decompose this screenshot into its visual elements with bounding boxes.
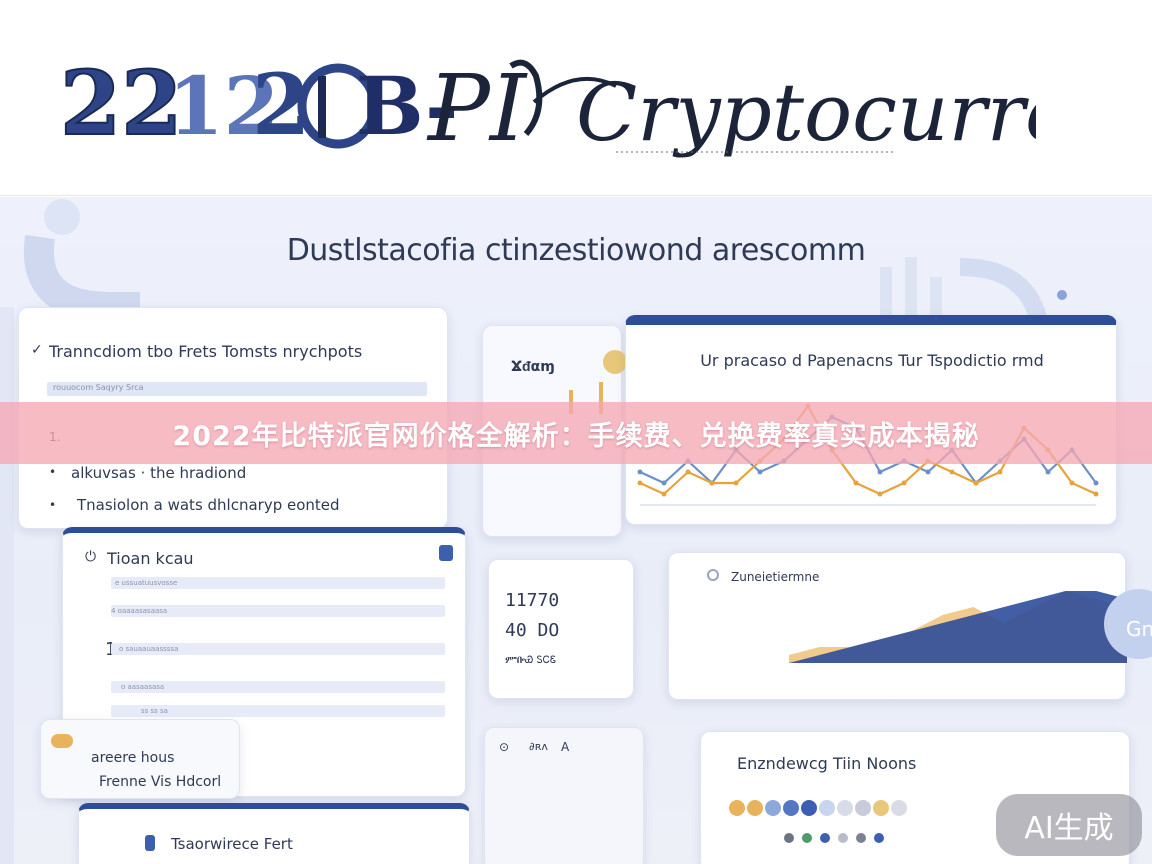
- token-icon: [729, 800, 745, 816]
- area-chart: [789, 591, 1127, 663]
- phone-icon: [145, 835, 155, 851]
- table-cell: ss ss sa: [141, 707, 168, 715]
- area-chart-card: Zuneietiermne: [668, 552, 1127, 700]
- dashboard-title: Dustlstacofia ctinzestiowond arescomm: [286, 233, 866, 268]
- token-icon: ⏻: [85, 549, 97, 565]
- info-row: Frenne Vis Hdcorl: [99, 774, 222, 790]
- token-icon: [837, 800, 853, 816]
- logo-pi-glyphs: PI: [426, 55, 528, 162]
- tool-label[interactable]: A: [561, 740, 569, 754]
- area-series: [789, 591, 1127, 663]
- services-card-label: Tsaorwirece Fert: [171, 835, 293, 853]
- data-point: [1045, 469, 1051, 475]
- info-mini-card: areere hous Frenne Vis Hdcorl: [40, 719, 240, 799]
- token-icon: [801, 800, 817, 816]
- data-point: [853, 480, 859, 486]
- menu-icon[interactable]: [439, 545, 453, 561]
- token-icon: [855, 800, 871, 816]
- token-icon: [783, 800, 799, 816]
- token-icon: [874, 833, 884, 843]
- data-point: [1093, 491, 1099, 497]
- data-point: [733, 480, 739, 486]
- ai-generated-badge: AI生成: [996, 794, 1142, 856]
- data-point: [1093, 480, 1099, 486]
- title-banner: 2022年比特派官网价格全解析：手续费、兑换费率真实成本揭秘: [0, 402, 1152, 464]
- token-icon: [802, 833, 812, 843]
- mini-tools-card: ⊙ ∂ʀʌ A: [484, 727, 644, 864]
- token-icon: [784, 833, 794, 843]
- list-item[interactable]: Tnasiolon a wats dhlcnaryp eonted: [77, 496, 340, 514]
- coin-icon: [603, 350, 627, 374]
- data-point: [997, 469, 1003, 475]
- brand-logo: 22 12 2 B- PI Cryptocurrency: [59, 50, 1036, 162]
- list-card-heading: Tranncdiom tbo Frets Tomsts nrychpots: [49, 342, 363, 361]
- data-point: [949, 469, 955, 475]
- stat-value: 11770: [505, 590, 560, 611]
- data-point: [709, 480, 715, 486]
- data-point: [925, 469, 931, 475]
- info-row: areere hous: [91, 750, 175, 766]
- data-point: [757, 469, 763, 475]
- data-point: [877, 469, 883, 475]
- page-root: 22 12 2 B- PI Cryptocurrency Dustlstacof…: [0, 0, 1152, 864]
- list-bullet: •: [49, 465, 57, 479]
- table-card-heading: Tioan kcau: [107, 549, 194, 568]
- token-icon: [891, 800, 907, 816]
- data-point: [1069, 480, 1075, 486]
- data-point: [637, 480, 643, 486]
- header-banner: 22 12 2 B- PI Cryptocurrency: [0, 0, 1152, 196]
- stat-value: 40 DO: [505, 620, 560, 641]
- token-icon: [873, 800, 889, 816]
- data-point: [901, 480, 907, 486]
- token-icon: [765, 800, 781, 816]
- list-card-band-label: rouuocom Saqyry Srca: [53, 383, 144, 392]
- table-cell: o aasaasasa: [121, 683, 165, 691]
- list-item[interactable]: alkuvsas · the hradiond: [71, 464, 246, 482]
- data-point: [877, 491, 883, 497]
- coin-icon: [51, 734, 73, 748]
- logo-year-glyphs: 22: [60, 51, 182, 155]
- services-card: Tsaorwirece Fert: [78, 803, 470, 864]
- data-point: [685, 469, 691, 475]
- data-point: [637, 469, 643, 475]
- banner-title: 2022年比特派官网价格全解析：手续费、兑换费率真实成本揭秘: [172, 420, 980, 452]
- token-icon: [747, 800, 763, 816]
- list-bullet: •: [49, 498, 57, 512]
- tool-icon[interactable]: ⊙: [499, 740, 509, 754]
- asset-label: Ϫᵭαɱ: [511, 359, 555, 375]
- data-point: [661, 491, 667, 497]
- logo-script-word: Cryptocurrency: [576, 66, 1036, 159]
- check-icon: ✓: [31, 342, 43, 358]
- token-icon: [819, 800, 835, 816]
- stat-caption: ᎃᎄᏯ ᏚᏟᏋ: [505, 655, 557, 666]
- table-cell: 4 oaaaasasaasa: [111, 607, 168, 615]
- table-cell: e ussuatuusvosse: [115, 579, 178, 587]
- tool-label[interactable]: ∂ʀʌ: [529, 740, 548, 753]
- token-icon: [856, 833, 866, 843]
- dashboard-illustration: Dustlstacofia ctinzestiowond arescomm ✓ …: [0, 197, 1152, 864]
- data-point: [973, 480, 979, 486]
- table-cell: o sauaauaassssa: [119, 645, 179, 653]
- stat-card: 11770 40 DO ᎃᎄᏯ ᏚᏟᏋ: [488, 559, 634, 699]
- data-point: [661, 480, 667, 486]
- token-icon: [820, 833, 830, 843]
- token-icon: [838, 833, 848, 843]
